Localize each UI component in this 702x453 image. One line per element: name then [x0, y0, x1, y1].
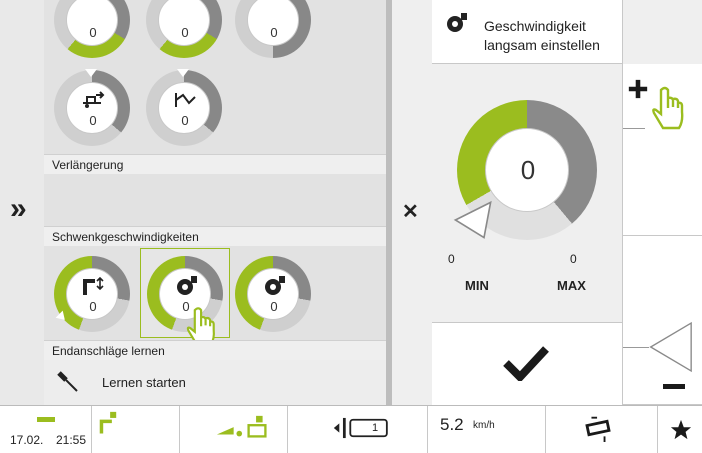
touch-hand-icon: [652, 86, 684, 130]
boom-lift-icon: [83, 276, 104, 295]
dial-value: 0: [89, 299, 97, 314]
screwdriver-icon: [57, 371, 78, 392]
dial-value: 0: [89, 25, 97, 40]
adjust-column: [622, 0, 702, 405]
swivel-slow-icon: [447, 13, 467, 32]
dial-value: 0: [270, 299, 278, 314]
footer-time: 21:55: [56, 433, 87, 447]
detail-value: 0: [520, 155, 536, 185]
gear-shift-icon: [333, 417, 388, 439]
favorites-button[interactable]: [658, 406, 702, 453]
dial-row-top: 0 0 0: [44, 0, 388, 64]
value-dial-inner: 0: [485, 128, 569, 212]
dial-trailer[interactable]: 0: [54, 69, 130, 146]
decrease-button[interactable]: [623, 236, 702, 405]
dial-value: 0: [181, 25, 189, 40]
settings-list[interactable]: 0 0 0 0 0 Verlängerung Schwenkgeschwindi…: [44, 0, 388, 405]
dial-inner: 0: [158, 0, 210, 46]
section-header-swivel-speeds: Schwenkgeschwindigkeiten: [44, 226, 388, 246]
footer-date: 17.02.: [10, 433, 44, 447]
speed-unit: km/h: [473, 420, 495, 431]
dial-inner: 0: [247, 268, 299, 320]
dial-pointer: [177, 69, 189, 77]
detail-header: Geschwindigkeit langsam einstellen: [432, 0, 622, 64]
dial-pointer: [85, 69, 97, 77]
footer-steering[interactable]: [546, 406, 658, 453]
dial-swivel-height[interactable]: 0: [54, 256, 130, 332]
dial-top-3[interactable]: 0: [235, 0, 311, 58]
usb-indicator: [37, 417, 55, 422]
min-label: MIN: [465, 278, 489, 293]
min-value: 0: [448, 252, 455, 266]
value-dial[interactable]: 0: [453, 100, 597, 240]
confirm-button[interactable]: [432, 322, 622, 405]
dial-inner: 0: [66, 0, 118, 46]
steering-mode-icon: [585, 416, 611, 442]
dial-inner: 0: [66, 82, 118, 134]
dial-value: 0: [270, 25, 278, 40]
dial-swivel-fast[interactable]: 0: [235, 256, 311, 332]
start-learning-label: Lernen starten: [102, 375, 186, 390]
double-chevron-right-icon: »: [10, 192, 27, 225]
section-header-end-stops: Endanschläge lernen: [44, 340, 388, 360]
transport-mode-icon: [216, 415, 267, 438]
left-rail: »: [0, 0, 44, 405]
swivel-slow-icon: [177, 276, 197, 295]
section-header-extension: Verlängerung: [44, 154, 388, 174]
dial-value: 0: [181, 113, 189, 128]
detail-panel: Geschwindigkeit langsam einstellen 0 0 0…: [432, 0, 622, 405]
dial-row-trailer: 0 0: [44, 64, 388, 154]
dial-row-swivel: 0 0 0: [44, 246, 388, 346]
increase-button[interactable]: [623, 64, 702, 236]
minus-icon: [663, 384, 685, 389]
status-bar: 17.02. 21:55 1 5.2 km/h: [0, 405, 702, 453]
dial-inner: 0: [66, 268, 118, 320]
close-strip: ✕: [392, 0, 432, 405]
dial-inner: 0: [158, 82, 210, 134]
swivel-fast-icon: [265, 276, 285, 295]
expand-panel-button[interactable]: »: [0, 190, 44, 230]
dial-top-2[interactable]: 0: [146, 0, 222, 58]
start-learning-row[interactable]: Lernen starten: [44, 360, 388, 405]
speed-value: 5.2: [440, 415, 464, 434]
max-value: 0: [570, 252, 577, 266]
checkmark-icon: [503, 346, 549, 381]
gear-number: 1: [372, 422, 379, 434]
boom-status-icon: [99, 411, 117, 434]
close-button[interactable]: ✕: [392, 195, 432, 231]
footer-transport-status[interactable]: [180, 406, 288, 453]
plus-icon: [628, 79, 648, 99]
boom-fold-icon: [175, 93, 196, 107]
footer-boom-status[interactable]: [92, 406, 180, 453]
star-icon: [670, 419, 692, 440]
decrease-triangle-icon: [649, 321, 692, 373]
increase-line: [623, 128, 645, 129]
dial-top-1[interactable]: 0: [54, 0, 130, 58]
decrease-line: [623, 347, 649, 348]
dial-boom-fold[interactable]: 0: [146, 69, 222, 146]
max-label: MAX: [557, 278, 586, 293]
section-body-extension: [44, 174, 388, 228]
footer-speed: 5.2 km/h: [428, 406, 546, 453]
dial-value: 0: [89, 113, 97, 128]
trailer-icon: [83, 91, 105, 108]
close-icon: ✕: [402, 201, 419, 223]
detail-title: Geschwindigkeit langsam einstellen: [484, 18, 600, 53]
dial-pointer: [453, 200, 492, 239]
footer-datetime: 17.02. 21:55: [0, 406, 92, 453]
footer-gear[interactable]: 1: [288, 406, 428, 453]
dial-inner: 0: [247, 0, 299, 46]
